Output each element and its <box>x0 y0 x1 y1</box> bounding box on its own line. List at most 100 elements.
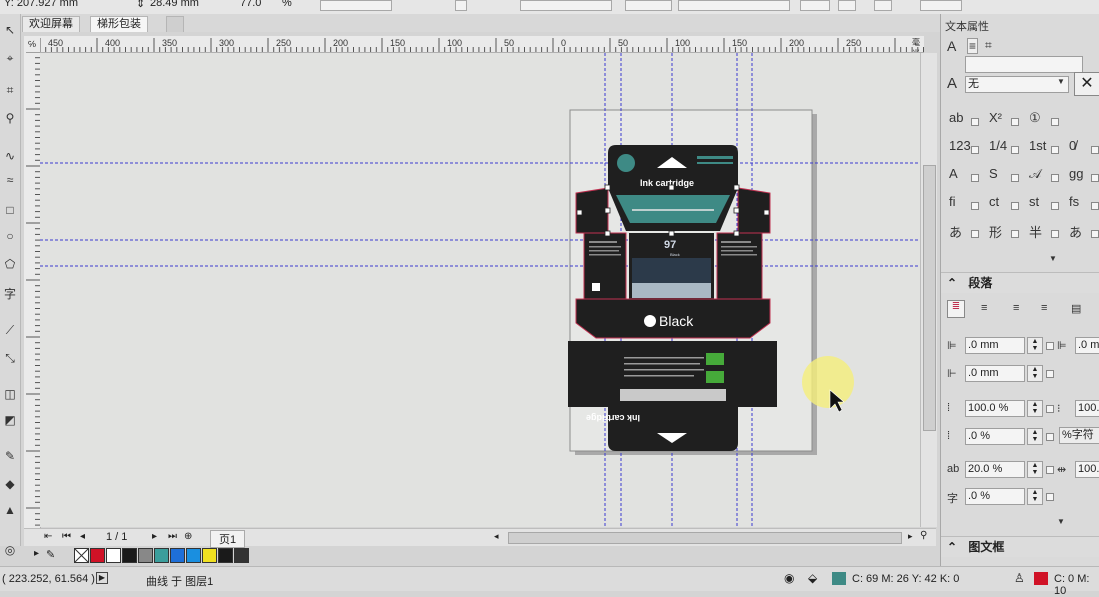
toolbar-button[interactable] <box>838 0 856 11</box>
color-swatch[interactable] <box>138 548 153 563</box>
parallel-dimension-icon[interactable]: ⟋ <box>2 322 18 338</box>
toolbar-dropdown[interactable] <box>625 0 672 11</box>
section-frame[interactable]: ⌃ 图文框 <box>941 536 1099 557</box>
section-paragraph[interactable]: ⌃ 段落 <box>941 272 1099 293</box>
expand-icon[interactable]: ◎ <box>2 542 18 558</box>
scroll-left-icon[interactable]: ◂ <box>494 531 499 542</box>
glyph-checkbox[interactable] <box>1091 146 1099 154</box>
opentype-glyph-3-1[interactable]: A <box>949 166 958 181</box>
zoom-tool-icon[interactable]: ⚲ <box>2 110 18 126</box>
tab-trapezoid-package[interactable]: 梯形包装 <box>90 16 148 32</box>
color-swatch[interactable] <box>186 548 201 563</box>
color-swatch[interactable] <box>122 548 137 563</box>
opentype-glyph-3-2[interactable]: S <box>989 166 998 181</box>
tab-new[interactable] <box>166 16 184 32</box>
first-line-checkbox[interactable] <box>1046 370 1054 378</box>
y-coordinate-field[interactable]: Y: 207.927 mm <box>4 0 78 9</box>
glyph-checkbox[interactable] <box>1011 174 1019 182</box>
artistic-media-icon[interactable]: ≈ <box>2 172 18 188</box>
scale-field[interactable]: 77.0 <box>240 0 261 9</box>
fill-color-swatch[interactable] <box>832 572 846 585</box>
opentype-glyph-5-3[interactable]: 半 <box>1029 222 1042 241</box>
opentype-glyph-3-4[interactable]: gg <box>1069 166 1083 181</box>
glyph-checkbox[interactable] <box>1051 174 1059 182</box>
line-spacing-stepper[interactable]: ▲ ▼ <box>1027 400 1043 417</box>
frame-icon[interactable]: ⌗ <box>985 38 992 53</box>
toolbar-dropdown[interactable] <box>678 0 790 11</box>
right-indent-field[interactable]: .0 m <box>1075 337 1099 354</box>
opentype-glyph-2-1[interactable]: 123 <box>949 138 971 153</box>
language-spacing-field[interactable]: .0 % <box>965 488 1025 505</box>
glyph-checkbox[interactable] <box>971 230 979 238</box>
glyph-checkbox[interactable] <box>1091 174 1099 182</box>
first-line-indent-stepper[interactable]: ▲ ▼ <box>1027 365 1043 382</box>
glyph-checkbox[interactable] <box>1091 230 1099 238</box>
line-spacing-field[interactable]: 100.0 % <box>965 400 1025 417</box>
opentype-glyph-2-4[interactable]: 0̸ <box>1069 138 1076 153</box>
align-left-icon[interactable]: ≡ <box>981 302 987 314</box>
drawing-canvas[interactable]: Ink cartridge 97 Black Black Ink cartrid… <box>40 53 920 527</box>
opentype-glyph-4-2[interactable]: ct <box>989 194 999 209</box>
next-page-icon[interactable]: ▸ <box>152 531 157 542</box>
vertical-scrollbar[interactable] <box>920 53 937 527</box>
font-dropdown[interactable] <box>965 56 1083 73</box>
char-spacing-field[interactable]: 20.0 % <box>965 461 1025 478</box>
opentype-glyph-3-3[interactable]: 𝒜 <box>1029 166 1041 182</box>
space-before-stepper[interactable]: ▲ ▼ <box>1027 428 1043 445</box>
align-center-icon[interactable]: ≡ <box>1013 302 1019 314</box>
opentype-glyph-1-2[interactable]: X² <box>989 110 1002 125</box>
opentype-glyph-2-3[interactable]: 1st <box>1029 138 1046 153</box>
opentype-glyph-1-1[interactable]: ab <box>949 110 963 125</box>
color-swatch[interactable] <box>106 548 121 563</box>
first-line-indent-field[interactable]: .0 mm <box>965 365 1025 382</box>
language-spacing-stepper[interactable]: ▲ ▼ <box>1027 488 1043 505</box>
toolbar-button[interactable] <box>800 0 830 11</box>
glyph-checkbox[interactable] <box>1011 118 1019 126</box>
left-indent-stepper[interactable]: ▲ ▼ <box>1027 337 1043 354</box>
word-spacing-field[interactable]: 100. <box>1075 461 1099 478</box>
glyph-checkbox[interactable] <box>1051 202 1059 210</box>
play-icon[interactable]: ▶ <box>96 572 108 584</box>
crop-tool-icon[interactable]: ⌗ <box>2 82 18 98</box>
close-icon[interactable]: ✕ <box>1074 72 1099 96</box>
first-page-button[interactable]: ⏮ <box>62 531 71 542</box>
glyph-checkbox[interactable] <box>1051 146 1059 154</box>
para-spacing-field[interactable]: 100. <box>1075 400 1099 417</box>
first-page-icon[interactable]: ⇤ <box>44 531 52 542</box>
link-checkbox[interactable] <box>1046 342 1054 350</box>
color-swatch[interactable] <box>170 548 185 563</box>
glyph-checkbox[interactable] <box>1011 230 1019 238</box>
freehand-tool-icon[interactable]: ∿ <box>2 148 18 164</box>
character-icon[interactable]: A <box>947 38 956 54</box>
text-tool-icon[interactable]: 字 <box>2 286 18 302</box>
add-page-icon[interactable]: ⊕ <box>184 531 192 542</box>
align-right-icon[interactable]: ≡ <box>1041 302 1047 314</box>
opentype-glyph-5-2[interactable]: 形 <box>989 222 1002 241</box>
toolbar-button[interactable] <box>920 0 962 11</box>
zoom-icon[interactable]: ⚲ <box>920 530 927 541</box>
align-none-button[interactable]: ≣ <box>947 300 965 318</box>
opentype-glyph-4-4[interactable]: fs <box>1069 194 1079 209</box>
toolbar-dropdown[interactable] <box>320 0 392 11</box>
char-spacing-stepper[interactable]: ▲ ▼ <box>1027 461 1043 478</box>
opentype-glyph-4-1[interactable]: fi <box>949 194 956 209</box>
glyph-checkbox[interactable] <box>1091 202 1099 210</box>
glyph-checkbox[interactable] <box>1051 118 1059 126</box>
palette-menu-icon[interactable]: ▸ <box>34 548 39 559</box>
opentype-glyph-5-4[interactable]: あ <box>1069 222 1082 241</box>
space-before-checkbox[interactable] <box>1046 433 1054 441</box>
pick-tool-icon[interactable]: ↖ <box>2 22 18 38</box>
color-swatch[interactable] <box>154 548 169 563</box>
color-swatch[interactable] <box>202 548 217 563</box>
color-swatch[interactable] <box>218 548 233 563</box>
paragraph-icon[interactable]: ≡ <box>967 38 979 54</box>
glyph-checkbox[interactable] <box>971 174 979 182</box>
rectangle-tool-icon[interactable]: □ <box>2 202 18 218</box>
drop-shadow-icon[interactable]: ◫ <box>2 386 18 402</box>
toolbar-button[interactable] <box>455 0 467 11</box>
interactive-fill-icon[interactable]: ◆ <box>2 476 18 492</box>
line-spacing-checkbox[interactable] <box>1046 405 1054 413</box>
glyph-checkbox[interactable] <box>1011 146 1019 154</box>
collapse-paragraph-chevron-icon[interactable]: ▼ <box>1057 517 1065 526</box>
horizontal-ruler[interactable]: 450 400 350 300 250 200 150 100 50 0 50 100 150 200 25… <box>40 36 924 53</box>
